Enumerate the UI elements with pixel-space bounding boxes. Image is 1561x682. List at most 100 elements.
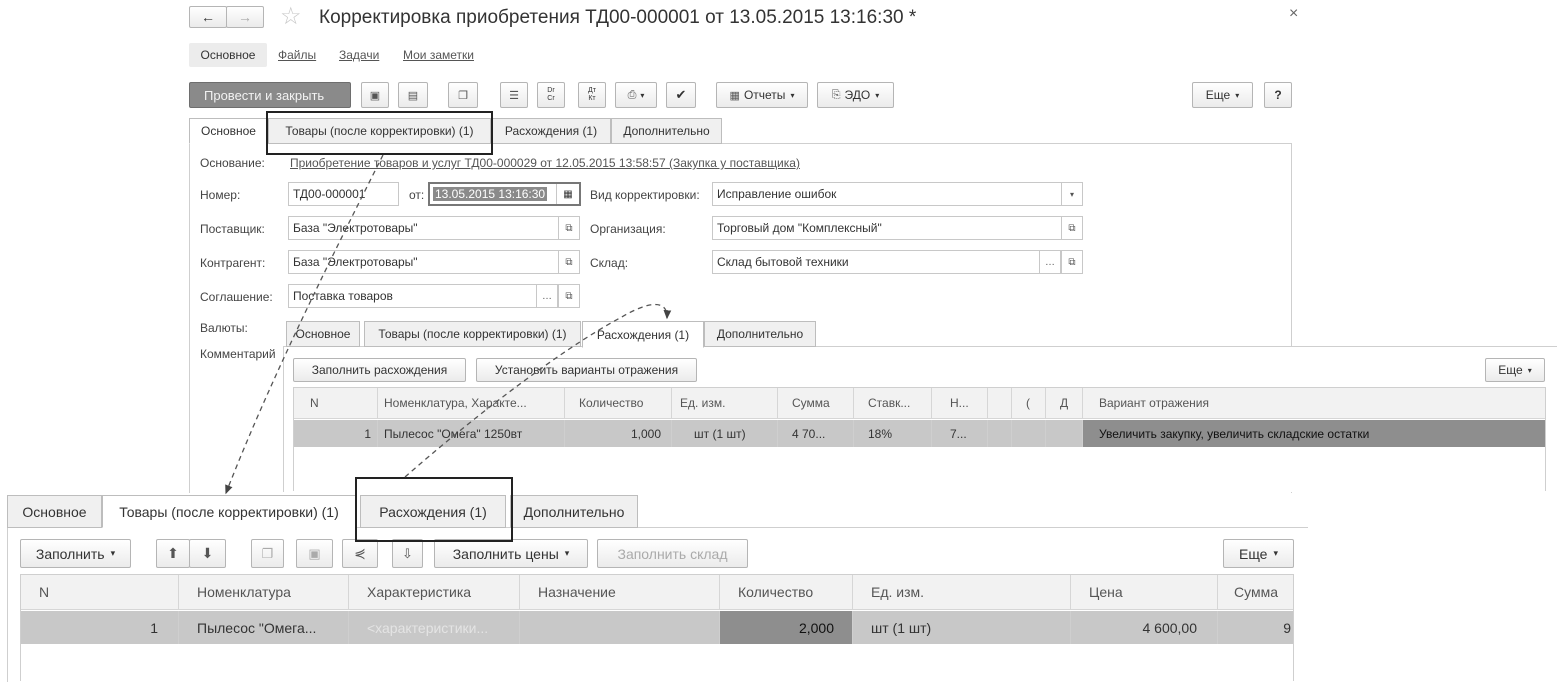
pick-items-button[interactable]: ⇩ [392, 539, 423, 568]
goods-col-sum[interactable]: Сумма [1218, 575, 1293, 610]
date-value: 13.05.2015 13:16:30 [433, 187, 548, 201]
section-nav-tasks[interactable]: Задачи [339, 48, 379, 62]
reports-button[interactable]: ▦ Отчеты ▾ [716, 82, 808, 108]
open-icon[interactable]: ⧉ [558, 217, 579, 239]
correction-type-select[interactable]: Исправление ошибок ▾ [712, 182, 1083, 206]
goods-tab-additional[interactable]: Дополнительно [510, 495, 638, 528]
date-field[interactable]: 13.05.2015 13:16:30 ▦ [428, 182, 581, 206]
goods-tab-goods[interactable]: Товары (после корректировки) (1) [102, 495, 356, 528]
goods-more-button[interactable]: Еще ▾ [1223, 539, 1294, 568]
counterparty-field[interactable]: База "Электротовары" ⧉ [288, 250, 580, 274]
post-and-close-button[interactable]: Провести и закрыть [189, 82, 351, 108]
open-icon[interactable]: ⧉ [1061, 217, 1082, 239]
calendar-icon[interactable]: ▦ [556, 184, 579, 204]
back-button[interactable]: ← [189, 6, 227, 28]
disc-col-sum[interactable]: Сумма [778, 388, 854, 419]
create-based-button[interactable]: ❐ [448, 82, 478, 108]
print-dropdown-button[interactable]: ⎙ ▾ [615, 82, 657, 108]
favorite-star-icon[interactable]: ☆ [280, 2, 302, 31]
number-field[interactable]: ТД00-000001 [288, 182, 399, 206]
more-label: Еще [1205, 88, 1231, 102]
tab-additional[interactable]: Дополнительно [611, 118, 722, 144]
goods-col-quantity[interactable]: Количество [720, 575, 853, 610]
disc-tab-main[interactable]: Основное [286, 321, 360, 347]
chevron-down-icon[interactable]: ▾ [1061, 183, 1082, 205]
forward-button[interactable]: → [226, 6, 264, 28]
goods-col-unit[interactable]: Ед. изм. [853, 575, 1071, 610]
open-icon[interactable]: ⧉ [558, 285, 579, 307]
agreement-field[interactable]: Поставка товаров … ⧉ [288, 284, 580, 308]
close-icon[interactable]: × [1289, 5, 1298, 23]
open-icon[interactable]: ⧉ [1061, 251, 1082, 273]
fill-warehouse-button[interactable]: Заполнить склад [597, 539, 748, 568]
disc-col-vat[interactable]: Н... [932, 388, 988, 419]
disc-col-quantity[interactable]: Количество [565, 388, 672, 419]
chevron-down-icon: ▾ [790, 90, 795, 100]
section-nav-notes[interactable]: Мои заметки [403, 48, 474, 62]
warehouse-label: Склад: [590, 256, 629, 270]
select-icon[interactable]: … [1039, 251, 1061, 273]
fill-prices-button[interactable]: Заполнить цены ▾ [434, 539, 588, 568]
save-button[interactable]: ▣ [361, 82, 389, 108]
arrow-right-icon: → [238, 9, 252, 25]
post-document-icon: ▤ [407, 89, 419, 102]
basis-link[interactable]: Приобретение товаров и услуг ТД00-000029… [290, 156, 800, 170]
disc-col-rate[interactable]: Ставк... [854, 388, 932, 419]
goods-tab-discrepancies[interactable]: Расхождения (1) [360, 495, 506, 528]
disc-col-reflection-variant[interactable]: Вариант отражения [1083, 388, 1545, 419]
disc-col-extra2[interactable]: ( [1012, 388, 1046, 419]
split-row-button[interactable]: ⋞ [342, 539, 378, 568]
fill-discrepancies-button[interactable]: Заполнить расхождения [293, 358, 466, 382]
dt-cr-button[interactable]: Dr Cr [537, 82, 565, 108]
post-button[interactable]: ▤ [398, 82, 428, 108]
disc-col-extra1[interactable] [988, 388, 1012, 419]
correction-type-label: Вид корректировки: [590, 188, 700, 202]
disc-tab-discrepancies[interactable]: Расхождения (1) [582, 321, 704, 348]
set-reflection-variants-button[interactable]: Установить варианты отражения [476, 358, 697, 382]
document-journal-button[interactable]: ☰ [500, 82, 528, 108]
approve-button[interactable]: ✔ [666, 82, 696, 108]
help-button[interactable]: ? [1264, 82, 1292, 108]
dt-kt-button[interactable]: Дт Кт [578, 82, 606, 108]
goods-cell-nomenclature: Пылесос "Омега... [179, 611, 349, 644]
goods-col-nomenclature[interactable]: Номенклатура [179, 575, 349, 610]
chevron-down-icon: ▾ [640, 90, 645, 100]
goods-fill-button[interactable]: Заполнить ▾ [20, 539, 131, 568]
section-nav-files[interactable]: Файлы [278, 48, 316, 62]
goods-col-price[interactable]: Цена [1071, 575, 1218, 610]
goods-tab-main[interactable]: Основное [7, 495, 102, 528]
disc-col-n[interactable]: N [294, 388, 378, 419]
goods-col-characteristic[interactable]: Характеристика [349, 575, 520, 610]
counterparty-value: База "Электротовары" [293, 255, 418, 269]
tab-goods[interactable]: Товары (после корректировки) (1) [268, 118, 491, 144]
goods-col-purpose[interactable]: Назначение [520, 575, 720, 610]
section-nav-main[interactable]: Основное [189, 43, 267, 67]
tab-main[interactable]: Основное [189, 118, 268, 144]
disc-col-nomenclature[interactable]: Номенклатура, Характе... [378, 388, 565, 419]
move-up-button[interactable]: ⬆ [156, 539, 190, 568]
organization-field[interactable]: Торговый дом "Комплексный" ⧉ [712, 216, 1083, 240]
warehouse-field[interactable]: Склад бытовой техники … ⧉ [712, 250, 1083, 274]
goods-col-n[interactable]: N [21, 575, 179, 610]
chevron-down-icon: ▾ [1235, 90, 1240, 100]
basis-label: Основание: [200, 156, 265, 170]
disc-cell-rate: 18% [854, 420, 932, 447]
select-icon[interactable]: … [536, 285, 558, 307]
disc-cell-extra1 [988, 420, 1012, 447]
edo-button[interactable]: ⎘ ЭДО ▾ [817, 82, 894, 108]
tab-discrepancies[interactable]: Расхождения (1) [491, 118, 611, 144]
disc-more-button[interactable]: Еще ▾ [1485, 358, 1545, 382]
copy-button[interactable]: ❐ [251, 539, 284, 568]
paste-button[interactable]: ▣ [296, 539, 333, 568]
disc-tab-goods[interactable]: Товары (после корректировки) (1) [364, 321, 581, 347]
disc-cell-reflection-variant: Увеличить закупку, увеличить складские о… [1083, 420, 1545, 447]
chevron-down-icon: ▾ [564, 548, 570, 558]
disc-col-unit[interactable]: Ед. изм. [672, 388, 778, 419]
supplier-field[interactable]: База "Электротовары" ⧉ [288, 216, 580, 240]
move-down-button[interactable]: ⬇ [189, 539, 226, 568]
disc-col-extra3[interactable]: Д [1046, 388, 1083, 419]
dt-cr-top: Dr [547, 87, 555, 94]
more-button[interactable]: Еще ▾ [1192, 82, 1253, 108]
disc-tab-additional[interactable]: Дополнительно [704, 321, 816, 347]
open-icon[interactable]: ⧉ [558, 251, 579, 273]
